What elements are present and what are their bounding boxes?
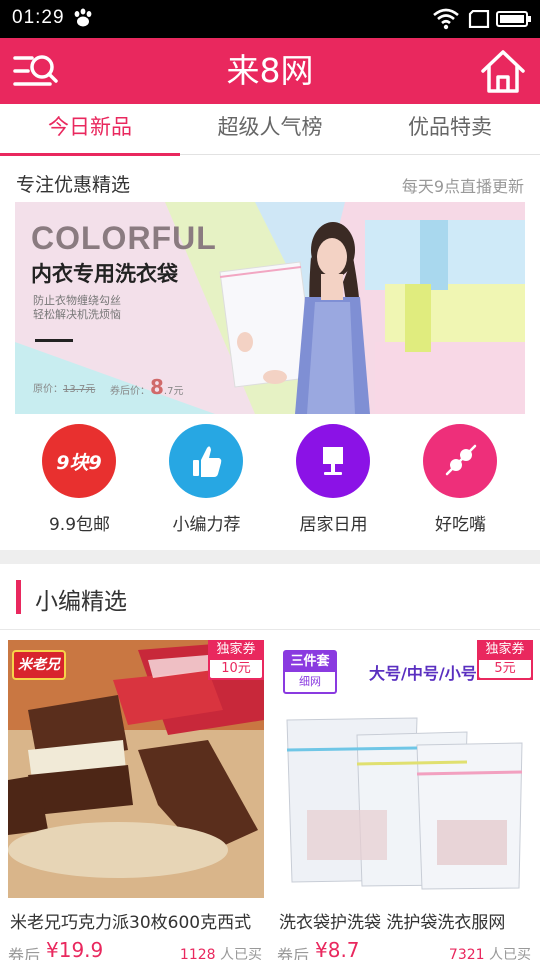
bought-number: 1128	[179, 947, 216, 960]
banner-after-coupon-big: 8	[150, 375, 164, 399]
product-price: ¥8.7	[315, 938, 360, 960]
product-image: 米老兄 独家券 10元	[8, 640, 264, 898]
skewer-icon	[423, 424, 497, 498]
banner-original-price-label: 原价：	[33, 384, 63, 395]
banner-after-coupon-price: 券后价：8.7元	[110, 375, 183, 399]
menu-search-icon[interactable]	[12, 51, 60, 93]
tab-popular[interactable]: 超级人气榜	[180, 104, 360, 155]
promo-header: 专注优惠精选 每天9点直播更新	[0, 156, 540, 202]
size-text: 大号/中号/小号	[369, 664, 477, 683]
banner-headline: COLORFUL	[31, 220, 217, 256]
coupon-badge: 独家券 5元	[477, 640, 533, 680]
set-badge-line1: 三件套	[285, 652, 335, 672]
banner-desc-line2: 轻松解决机洗烦恼	[33, 308, 121, 321]
battery-icon	[496, 11, 531, 27]
price-label: 券后	[8, 946, 41, 960]
product-price: ¥19.9	[46, 938, 104, 960]
thumbs-up-glyph	[193, 446, 222, 477]
section-title: 小编精选	[35, 589, 127, 615]
thumbs-up-icon	[169, 424, 243, 498]
coupon-value: 5元	[479, 660, 531, 678]
coupon-label: 独家券	[485, 642, 525, 657]
skewer-glyph	[445, 444, 477, 476]
lamp-icon	[296, 424, 370, 498]
bought-suffix: 人已买	[489, 947, 531, 960]
category-label: 9.9包邮	[48, 515, 111, 535]
promo-title: 专注优惠精选	[16, 174, 131, 196]
category-label: 居家日用	[299, 515, 368, 535]
bought-suffix: 人已买	[220, 947, 262, 960]
product-card[interactable]: 三件套 细网 大号/中号/小号 独家券 5元 洗衣袋护洗袋 洗护袋洗衣服网 券后…	[277, 640, 533, 960]
product-name: 米老兄巧克力派30枚600克西式	[10, 913, 252, 933]
app-title: 来8网	[226, 51, 314, 90]
tab-special-sale[interactable]: 优品特卖	[360, 104, 540, 155]
wifi-icon	[433, 8, 459, 30]
home-icon[interactable]	[480, 48, 526, 94]
category-9-9-free-shipping[interactable]: 9块9 9.9包邮	[12, 424, 147, 536]
banner-divider	[35, 339, 73, 342]
section-accent-bar	[16, 580, 21, 614]
app-bar: 来8网	[0, 38, 540, 104]
product-image: 三件套 细网 大号/中号/小号 独家券 5元	[277, 640, 533, 898]
status-time: 01:29	[12, 7, 65, 28]
set-badge: 三件套 细网	[283, 650, 337, 694]
coupon-label: 独家券	[216, 642, 256, 657]
category-label: 好吃嘴	[435, 515, 486, 535]
banner-after-coupon-label: 券后价：	[110, 386, 150, 397]
price-label: 券后	[277, 946, 310, 960]
product-name: 洗衣袋护洗袋 洗护袋洗衣服网	[279, 913, 506, 933]
category-icon-text: 9块9	[56, 452, 102, 474]
brand-badge-text: 米老兄	[18, 657, 60, 673]
brand-badge: 米老兄	[12, 650, 66, 680]
status-bar: 01:29	[0, 0, 540, 38]
coupon-badge: 独家券 10元	[208, 640, 264, 680]
promo-subtitle: 每天9点直播更新	[401, 177, 524, 196]
promo-banner[interactable]: COLORFUL 内衣专用洗衣袋 防止衣物缠绕勾丝 轻松解决机洗烦恼 原价：13…	[15, 202, 525, 414]
bought-count: 1128 人已买	[180, 944, 262, 960]
coupon-value: 10元	[210, 660, 262, 678]
banner-original-price-value: 13.7元	[63, 384, 96, 395]
sim-card-icon	[468, 10, 490, 28]
product-card[interactable]: 米老兄 独家券 10元 米老兄巧克力派30枚600克西式 券后 ¥19.9 11…	[8, 640, 264, 960]
category-editor-recommend[interactable]: 小编力荐	[139, 424, 274, 536]
paw-icon	[74, 8, 92, 27]
banner-title: 内衣专用洗衣袋	[31, 262, 178, 286]
9kuai9-badge-icon: 9块9	[42, 424, 116, 498]
tab-bar: 今日新品 超级人气榜 优品特卖	[0, 104, 540, 156]
category-snacks[interactable]: 好吃嘴	[393, 424, 528, 536]
lamp-glyph	[323, 447, 343, 475]
banner-after-coupon-small: .7元	[163, 386, 184, 397]
section-divider	[0, 550, 540, 564]
section-header: 小编精选	[0, 564, 540, 630]
category-home-daily[interactable]: 居家日用	[266, 424, 401, 536]
bought-number: 7321	[448, 947, 485, 960]
category-label: 小编力荐	[172, 515, 241, 535]
banner-original-price: 原价：13.7元	[33, 380, 95, 395]
tab-today-new[interactable]: 今日新品	[0, 104, 180, 156]
bought-count: 7321 人已买	[449, 944, 531, 960]
set-badge-line2: 细网	[299, 675, 321, 688]
